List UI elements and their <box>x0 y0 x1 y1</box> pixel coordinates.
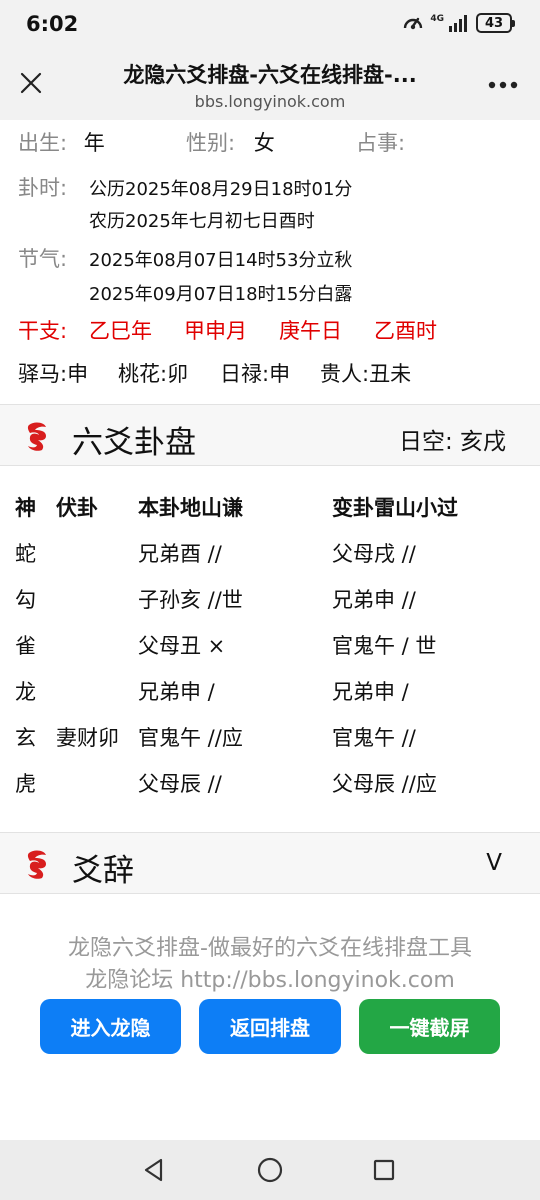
footer-slogan: 龙隐六爻排盘-做最好的六爻在线排盘工具 <box>68 936 472 961</box>
row-bian: 官鬼午 // <box>332 726 416 750</box>
yaoci-section-header[interactable]: 爻辞 V <box>0 832 540 894</box>
row-ben: 子孙亥 //世 <box>138 588 243 612</box>
row-shen: 玄 <box>15 726 36 750</box>
birth-value: 年 <box>83 131 105 155</box>
page-title: 龙隐六爻排盘-六爻在线排盘-... <box>123 63 417 87</box>
ganzhi-month: 甲申月 <box>184 319 247 343</box>
matter-row: 占事: <box>356 127 405 157</box>
row-bian: 父母戌 // <box>332 542 416 566</box>
ganzhi-hour: 乙酉时 <box>374 319 437 343</box>
network-type: 4G <box>430 13 444 24</box>
page-url[interactable]: bbs.longyinok.com <box>80 92 460 111</box>
row-ben: 兄弟申 / <box>138 680 215 704</box>
row-shen: 虎 <box>15 772 36 796</box>
close-icon <box>20 72 42 94</box>
matter-label: 占事: <box>356 131 406 155</box>
recents-square-icon <box>373 1159 395 1181</box>
battery-level: 43 <box>484 15 504 31</box>
status-bar: 6:02 4G 43 <box>0 0 540 50</box>
close-button[interactable] <box>14 66 48 100</box>
gender-label: 性别: <box>186 131 236 155</box>
row-shen: 勾 <box>15 588 36 612</box>
gender-value: 女 <box>253 131 275 155</box>
row-bian: 兄弟申 // <box>332 588 416 612</box>
signal-icon <box>448 14 470 32</box>
gender-row: 性别: 女 <box>186 127 275 157</box>
header-fugua: 伏卦 <box>56 496 98 520</box>
more-icon <box>488 81 518 89</box>
system-nav-bar <box>0 1140 540 1200</box>
header-biangua: 变卦雷山小过 <box>332 496 458 520</box>
shensha-guiren: 贵人:丑未 <box>320 362 412 386</box>
row-shen: 雀 <box>15 634 36 658</box>
row-bian: 兄弟申 / <box>332 680 409 704</box>
birth-label: 出生: <box>18 131 68 155</box>
liuyao-section-title: 六爻卦盘 <box>72 425 196 461</box>
gua-time-solar: 公历2025年08月29日18时01分 <box>89 179 353 200</box>
browser-header: 龙隐六爻排盘-六爻在线排盘-... bbs.longyinok.com <box>0 50 540 120</box>
liuyao-section-header: 六爻卦盘 日空: 亥戌 <box>0 404 540 466</box>
shensha-yima: 驿马:申 <box>18 362 89 386</box>
birth-row: 出生: 年 <box>18 127 105 157</box>
solar-term-2: 2025年09月07日18时15分白露 <box>89 284 353 305</box>
status-time: 6:02 <box>26 12 79 36</box>
recents-nav-button[interactable] <box>368 1154 400 1186</box>
header-shen: 神 <box>15 496 36 520</box>
ganzhi-day: 庚午日 <box>279 319 342 343</box>
ganzhi-year: 乙巳年 <box>89 319 152 343</box>
enter-longyin-button[interactable]: 进入龙隐 <box>40 999 181 1054</box>
back-to-chart-button[interactable]: 返回排盘 <box>199 999 341 1054</box>
row-ben: 父母辰 // <box>138 772 222 796</box>
row-fu: 妻财卯 <box>56 726 119 750</box>
yaoci-section-title: 爻辞 <box>72 853 134 889</box>
ganzhi-row: 干支: <box>18 315 67 345</box>
solar-term-1: 2025年08月07日14时53分立秋 <box>89 250 353 271</box>
home-circle-icon <box>257 1157 283 1183</box>
footer-forum-link[interactable]: 龙隐论坛 http://bbs.longyinok.com <box>0 962 540 994</box>
hotspot-icon <box>402 13 424 33</box>
back-nav-button[interactable] <box>138 1154 170 1186</box>
solar-term-label-row: 节气: <box>18 243 67 273</box>
solar-term-label: 节气: <box>18 247 68 271</box>
dragon-logo-icon <box>27 850 46 879</box>
row-bian: 父母辰 //应 <box>332 772 437 796</box>
gua-time-lunar: 农历2025年七月初七日酉时 <box>89 211 315 232</box>
dragon-logo-icon <box>27 422 46 451</box>
expand-toggle[interactable]: V <box>486 850 502 876</box>
battery-icon: 43 <box>476 13 515 33</box>
gua-time-label: 卦时: <box>18 176 68 200</box>
row-ben: 官鬼午 //应 <box>138 726 243 750</box>
status-icons: 4G 43 <box>402 13 515 33</box>
shensha-rilu: 日禄:申 <box>220 362 291 386</box>
rikong-value: 日空: 亥戌 <box>398 429 506 455</box>
row-shen: 龙 <box>15 680 36 704</box>
more-menu-button[interactable] <box>486 68 520 102</box>
screenshot-button[interactable]: 一键截屏 <box>359 999 500 1054</box>
row-shen: 蛇 <box>15 542 36 566</box>
gua-time-label-row: 卦时: <box>18 172 67 202</box>
header-bengua: 本卦地山谦 <box>138 496 243 520</box>
row-bian: 官鬼午 / 世 <box>332 634 437 658</box>
shensha-taohua: 桃花:卯 <box>118 362 189 386</box>
row-ben: 父母丑 × <box>138 634 226 658</box>
ganzhi-label: 干支: <box>18 319 68 343</box>
back-triangle-icon <box>144 1158 163 1182</box>
home-nav-button[interactable] <box>254 1154 286 1186</box>
row-ben: 兄弟酉 // <box>138 542 222 566</box>
